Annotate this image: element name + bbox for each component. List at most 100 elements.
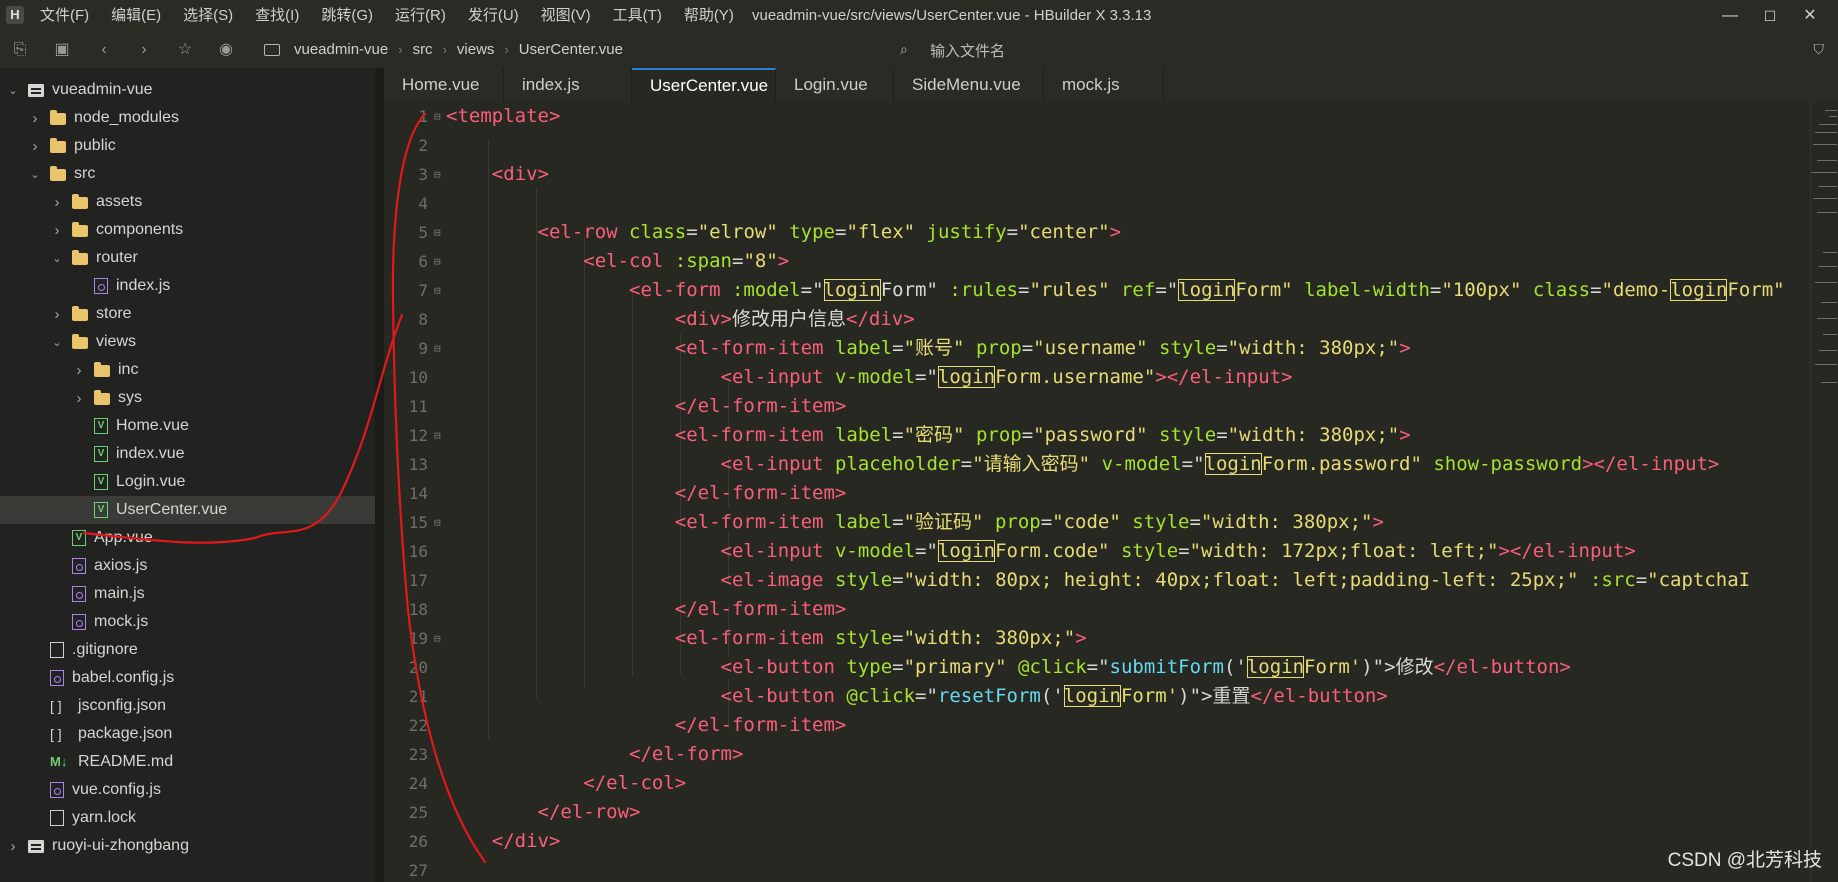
chevron-right-icon[interactable]: › (50, 194, 64, 211)
tree-item[interactable]: › inc (0, 356, 375, 384)
tree-item[interactable]: ›VUserCenter.vue (0, 496, 375, 524)
new-file-icon[interactable]: ⎘ (10, 40, 30, 60)
menu-item[interactable]: 视图(V) (541, 0, 591, 32)
code-line[interactable]: 12 ⊟ <el-form-item label="密码" prop="passw… (384, 421, 1810, 450)
tree-item[interactable]: ›VHome.vue (0, 412, 375, 440)
chevron-right-icon[interactable]: › (28, 138, 42, 155)
tree-item[interactable]: ›Vindex.vue (0, 440, 375, 468)
tree-item[interactable]: ›axios.js (0, 552, 375, 580)
tree-item[interactable]: › public (0, 132, 375, 160)
fold-toggle-icon[interactable]: ⊟ (434, 421, 441, 450)
tree-item[interactable]: › sys (0, 384, 375, 412)
fold-toggle-icon[interactable]: ⊟ (434, 276, 441, 305)
minimize-button[interactable]: — (1710, 0, 1750, 32)
menu-item[interactable]: 工具(T) (613, 0, 662, 32)
code-editor[interactable]: 1 ⊟ <template> 2 3 ⊟ <div> 4 5 ⊟ <el-row class="… (384, 102, 1810, 882)
fold-toggle-icon[interactable]: ⊟ (434, 624, 441, 653)
code-line[interactable]: 11 </el-form-item> (384, 392, 1810, 421)
code-line[interactable]: 6 ⊟ <el-col :span="8"> (384, 247, 1810, 276)
tree-item[interactable]: ›.gitignore (0, 636, 375, 664)
code-line[interactable]: 9 ⊟ <el-form-item label="账号" prop="userna… (384, 334, 1810, 363)
tree-item[interactable]: › components (0, 216, 375, 244)
code-line[interactable]: 18 </el-form-item> (384, 595, 1810, 624)
editor-tab[interactable]: index.js (504, 68, 632, 102)
tree-item[interactable]: ⌄ views (0, 328, 375, 356)
code-line[interactable]: 16 <el-input v-model="loginForm.code" st… (384, 537, 1810, 566)
code-line[interactable]: 20 <el-button type="primary" @click="sub… (384, 653, 1810, 682)
back-icon[interactable]: ‹ (94, 40, 114, 60)
editor-tab[interactable]: SideMenu.vue (894, 68, 1044, 102)
tree-item[interactable]: ⌄ vueadmin-vue (0, 76, 375, 104)
sidebar-splitter[interactable] (375, 68, 384, 882)
fold-toggle-icon[interactable]: ⊟ (434, 102, 441, 131)
code-line[interactable]: 13 <el-input placeholder="请输入密码" v-model… (384, 450, 1810, 479)
menu-item[interactable]: 跳转(G) (321, 0, 373, 32)
tree-item[interactable]: › ruoyi-ui-zhongbang (0, 832, 375, 860)
chevron-down-icon[interactable]: ⌄ (6, 84, 20, 97)
editor-tab[interactable]: mock.js (1044, 68, 1164, 102)
tree-item[interactable]: › store (0, 300, 375, 328)
editor-tab[interactable]: UserCenter.vue (632, 68, 776, 102)
tree-item[interactable]: ›babel.config.js (0, 664, 375, 692)
breadcrumb-item[interactable]: src (413, 32, 433, 68)
tree-item[interactable]: ›mock.js (0, 608, 375, 636)
code-line[interactable]: 1 ⊟ <template> (384, 102, 1810, 131)
chevron-right-icon[interactable]: › (50, 306, 64, 323)
code-line[interactable]: 19 ⊟ <el-form-item style="width: 380px;"> (384, 624, 1810, 653)
forward-icon[interactable]: › (134, 40, 154, 60)
code-line[interactable]: 21 <el-button @click="resetForm('loginFo… (384, 682, 1810, 711)
menu-item[interactable]: 选择(S) (183, 0, 233, 32)
editor-tab[interactable]: Home.vue (384, 68, 504, 102)
code-line[interactable]: 5 ⊟ <el-row class="elrow" type="flex" jus… (384, 218, 1810, 247)
maximize-button[interactable]: ☐ (1750, 0, 1790, 32)
tree-item[interactable]: ›VLogin.vue (0, 468, 375, 496)
code-line[interactable]: 7 ⊟ <el-form :model="loginForm" :rules="r… (384, 276, 1810, 305)
code-line[interactable]: 27 (384, 856, 1810, 882)
tree-item[interactable]: ›M↓README.md (0, 748, 375, 776)
chevron-down-icon[interactable]: ⌄ (50, 336, 64, 349)
chevron-right-icon[interactable]: › (72, 362, 86, 379)
tree-item[interactable]: ›[ ]jsconfig.json (0, 692, 375, 720)
tree-item[interactable]: ›main.js (0, 580, 375, 608)
chevron-right-icon[interactable]: › (6, 838, 20, 855)
code-line[interactable]: 26 </div> (384, 827, 1810, 856)
breadcrumb-item[interactable]: views (457, 32, 495, 68)
menu-item[interactable]: 文件(F) (40, 0, 89, 32)
menu-item[interactable]: 查找(I) (255, 0, 299, 32)
editor-tab[interactable]: Login.vue (776, 68, 894, 102)
chevron-down-icon[interactable]: ⌄ (50, 252, 64, 265)
favorite-star-icon[interactable]: ☆ (175, 40, 195, 60)
code-line[interactable]: 2 (384, 131, 1810, 160)
code-line[interactable]: 4 (384, 189, 1810, 218)
code-line[interactable]: 24 </el-col> (384, 769, 1810, 798)
file-search-input[interactable] (928, 38, 1292, 64)
code-line[interactable]: 25 </el-row> (384, 798, 1810, 827)
menu-item[interactable]: 发行(U) (468, 0, 519, 32)
code-line[interactable]: 3 ⊟ <div> (384, 160, 1810, 189)
menu-item[interactable]: 编辑(E) (111, 0, 161, 32)
code-line[interactable]: 15 ⊟ <el-form-item label="验证码" prop="code… (384, 508, 1810, 537)
run-icon[interactable]: ◉ (216, 40, 236, 60)
breadcrumb-item[interactable]: UserCenter.vue (519, 32, 623, 68)
tree-item[interactable]: ›yarn.lock (0, 804, 375, 832)
chevron-right-icon[interactable]: › (28, 110, 42, 127)
fold-toggle-icon[interactable]: ⊟ (434, 508, 441, 537)
fold-toggle-icon[interactable]: ⊟ (434, 218, 441, 247)
close-button[interactable]: ✕ (1790, 0, 1830, 32)
code-line[interactable]: 17 <el-image style="width: 80px; height:… (384, 566, 1810, 595)
code-line[interactable]: 22 </el-form-item> (384, 711, 1810, 740)
breadcrumb-item[interactable]: vueadmin-vue (294, 32, 388, 68)
chevron-right-icon[interactable]: › (72, 390, 86, 407)
tree-item[interactable]: › node_modules (0, 104, 375, 132)
chevron-right-icon[interactable]: › (50, 222, 64, 239)
tree-item[interactable]: ›index.js (0, 272, 375, 300)
filter-icon[interactable]: ⛉ (1814, 41, 1825, 58)
tree-item[interactable]: › assets (0, 188, 375, 216)
fold-toggle-icon[interactable]: ⊟ (434, 160, 441, 189)
chevron-down-icon[interactable]: ⌄ (28, 168, 42, 181)
code-line[interactable]: 14 </el-form-item> (384, 479, 1810, 508)
tree-item[interactable]: ›vue.config.js (0, 776, 375, 804)
menu-item[interactable]: 帮助(Y) (684, 0, 734, 32)
code-line[interactable]: 10 <el-input v-model="loginForm.username… (384, 363, 1810, 392)
minimap[interactable] (1810, 102, 1838, 882)
